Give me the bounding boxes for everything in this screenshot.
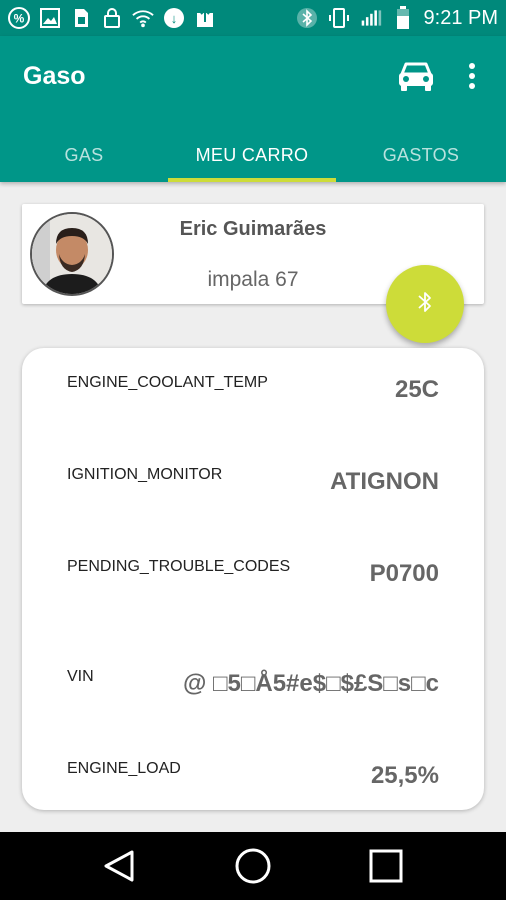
clock-time: 9:21 PM [423, 6, 498, 29]
vibrate-icon [328, 7, 350, 29]
data-key: PENDING_TROUBLE_CODES [67, 558, 291, 575]
more-vert-icon[interactable] [460, 58, 484, 94]
tab-gas[interactable]: GAS [0, 128, 168, 182]
svg-text:%: % [14, 12, 25, 26]
home-icon[interactable] [233, 846, 273, 886]
battery-icon [392, 6, 414, 29]
signal-icon [360, 7, 382, 29]
data-key: ENGINE_LOAD [67, 760, 181, 777]
data-value: 25C [394, 376, 439, 403]
app-title: Gaso [23, 62, 86, 90]
list-item: VIN @ □5□Å5#e$□$£S□s□c [22, 668, 484, 718]
data-value: P0700 [369, 560, 439, 587]
tab-meu-carro[interactable]: MEU CARRO [168, 128, 336, 182]
status-bar: % ↓ 9:21 PM [0, 0, 506, 36]
list-item: ENGINE_LOAD 25,5% [22, 760, 484, 810]
list-item: PENDING_TROUBLE_CODES P0700 [22, 558, 484, 608]
system-nav-bar [0, 832, 506, 900]
upload-icon [194, 7, 216, 29]
percent-icon: % [8, 7, 30, 29]
user-name: Eric Guimarães [179, 218, 327, 240]
bluetooth-icon [296, 7, 318, 29]
back-icon[interactable] [100, 846, 140, 886]
data-saver-icon: ↓ [163, 7, 185, 29]
data-key: ENGINE_COOLANT_TEMP [67, 374, 268, 391]
list-item: IGNITION_MONITOR ATIGNON [22, 466, 484, 516]
app-bar: Gaso GAS MEU CARRO GASTOS [0, 36, 506, 182]
wifi-icon [132, 7, 154, 29]
tab-gastos[interactable]: GASTOS [336, 128, 506, 182]
image-icon [39, 7, 61, 29]
data-value: @ □5□Å5#e$□$£S□s□c [182, 670, 439, 697]
obd-data-card: ENGINE_COOLANT_TEMP 25C IGNITION_MONITOR… [22, 348, 484, 810]
recents-icon[interactable] [366, 846, 406, 886]
tab-bar: GAS MEU CARRO GASTOS [0, 128, 506, 182]
data-value: ATIGNON [330, 468, 439, 495]
data-value: 25,5% [370, 762, 439, 789]
data-key: IGNITION_MONITOR [67, 466, 223, 483]
lock-icon [101, 7, 123, 29]
car-icon[interactable] [396, 58, 436, 94]
data-key: VIN [67, 668, 94, 685]
bluetooth-icon [415, 289, 435, 320]
list-item: ENGINE_COOLANT_TEMP 25C [22, 374, 484, 424]
sim-card-icon [70, 7, 92, 29]
svg-text:↓: ↓ [171, 11, 178, 26]
bluetooth-fab-button[interactable] [386, 265, 464, 343]
